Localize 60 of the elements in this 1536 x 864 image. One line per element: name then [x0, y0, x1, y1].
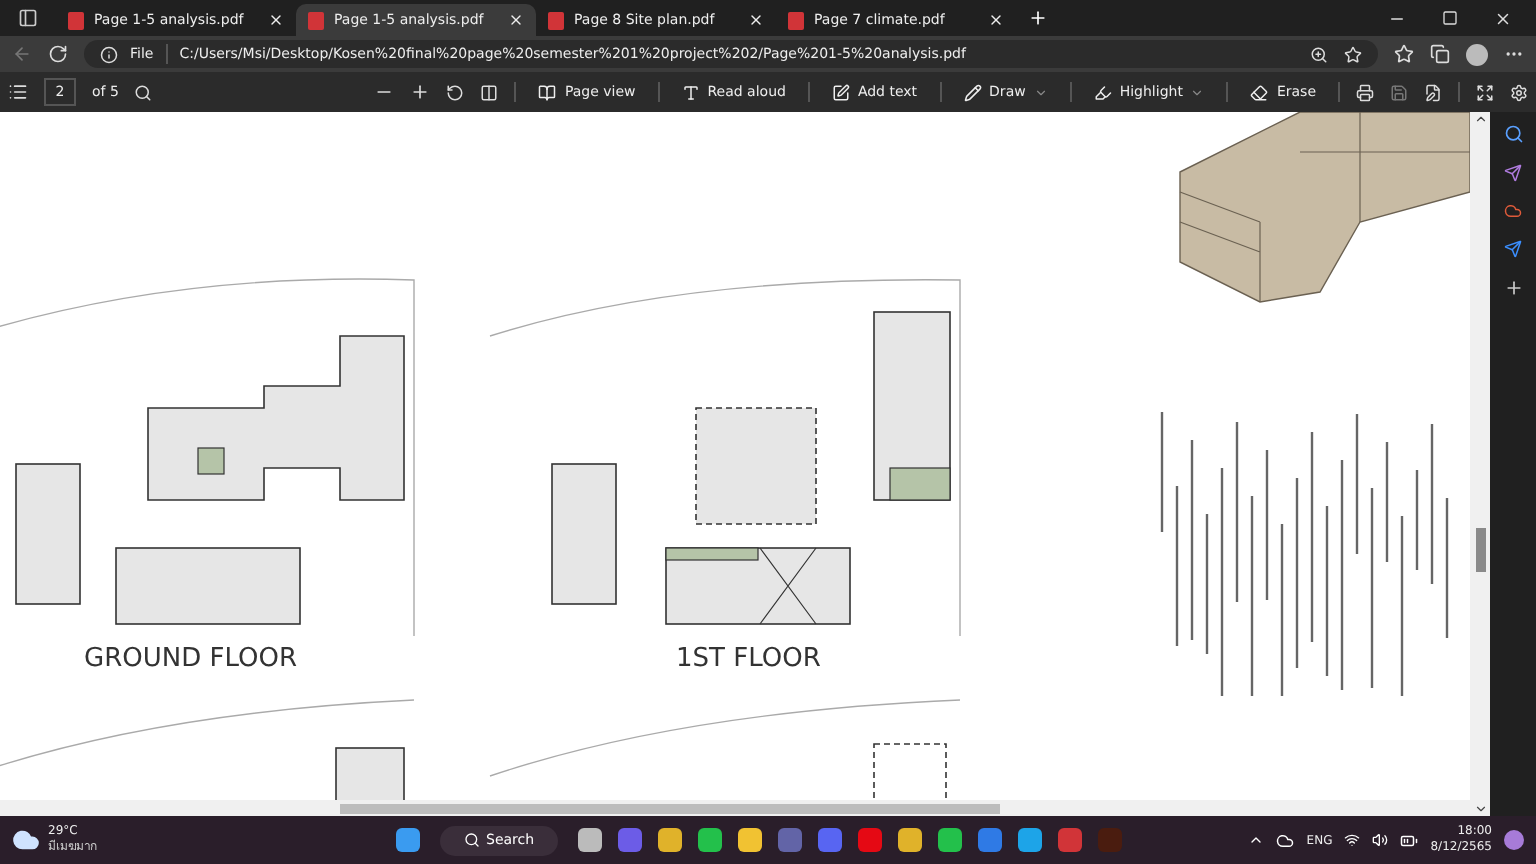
tab-actions-icon[interactable]	[18, 8, 38, 28]
show-hidden-icon[interactable]	[1248, 832, 1265, 848]
maximize-icon[interactable]	[1442, 9, 1458, 25]
taskbar-app-icon[interactable]	[698, 828, 723, 852]
close-icon[interactable]	[988, 12, 1004, 28]
taskbar-app-icon[interactable]	[898, 828, 923, 852]
rotate-icon[interactable]	[446, 83, 465, 101]
close-icon[interactable]	[268, 12, 284, 28]
text-icon	[681, 83, 700, 101]
cloud-icon[interactable]	[1276, 831, 1295, 849]
fit-icon[interactable]	[480, 83, 499, 101]
wifi-icon[interactable]	[1344, 832, 1361, 848]
taskbar-app-icon[interactable]	[738, 828, 763, 852]
taskbar-app-icon[interactable]	[1018, 828, 1043, 852]
caret-icon	[1190, 85, 1205, 99]
fullscreen-icon[interactable]	[1476, 83, 1494, 101]
save-icon[interactable]	[1390, 83, 1408, 101]
taskbar-app-icon[interactable]	[578, 828, 603, 852]
pen-icon	[963, 83, 982, 101]
back-icon[interactable]	[12, 44, 32, 64]
close-icon[interactable]	[1494, 9, 1512, 27]
favorites-icon[interactable]	[1394, 44, 1414, 64]
highlighter-icon	[1093, 83, 1112, 101]
zoom-in-icon[interactable]	[410, 82, 431, 102]
horizontal-scrollbar[interactable]	[340, 803, 1000, 813]
refresh-icon[interactable]	[48, 44, 68, 64]
scroll-down-icon[interactable]	[1473, 802, 1487, 816]
new-tab-icon[interactable]	[1028, 8, 1048, 28]
collections-icon[interactable]	[1430, 44, 1450, 64]
zoom-icon[interactable]	[1310, 45, 1328, 63]
print-icon[interactable]	[1356, 83, 1374, 101]
caret-icon	[1033, 85, 1048, 99]
save-as-icon[interactable]	[1424, 83, 1442, 101]
settings-icon[interactable]	[1510, 83, 1528, 101]
book-icon	[538, 83, 557, 101]
volume-icon[interactable]	[1372, 832, 1389, 848]
floor-label: GROUND FLOOR	[84, 644, 297, 674]
notification-icon[interactable]	[1504, 830, 1524, 850]
floor-label: 1ST FLOOR	[676, 644, 821, 674]
taskbar-app-icon[interactable]	[938, 828, 963, 852]
search-icon	[464, 832, 480, 848]
search-icon[interactable]	[1503, 124, 1523, 144]
info-icon[interactable]	[100, 45, 118, 63]
taskbar-app-icon[interactable]	[978, 828, 1003, 852]
scroll-up-icon[interactable]	[1473, 112, 1487, 126]
close-icon[interactable]	[508, 12, 524, 28]
battery-icon[interactable]	[1400, 831, 1419, 849]
sidebar-app-icon[interactable]	[1504, 202, 1522, 220]
favorite-icon[interactable]	[1344, 45, 1362, 63]
text-box-icon	[831, 83, 850, 101]
add-icon[interactable]	[1503, 278, 1523, 298]
contents-icon[interactable]	[8, 82, 28, 102]
close-icon[interactable]	[748, 12, 764, 28]
sidebar-app-icon[interactable]	[1504, 240, 1522, 258]
taskbar-app-icon[interactable]	[658, 828, 683, 852]
profile-avatar[interactable]	[1466, 43, 1488, 65]
eraser-icon	[1250, 83, 1269, 101]
cloud-icon	[12, 826, 40, 854]
sidebar-app-icon[interactable]	[1504, 164, 1522, 182]
vertical-scrollbar[interactable]	[1475, 528, 1485, 572]
